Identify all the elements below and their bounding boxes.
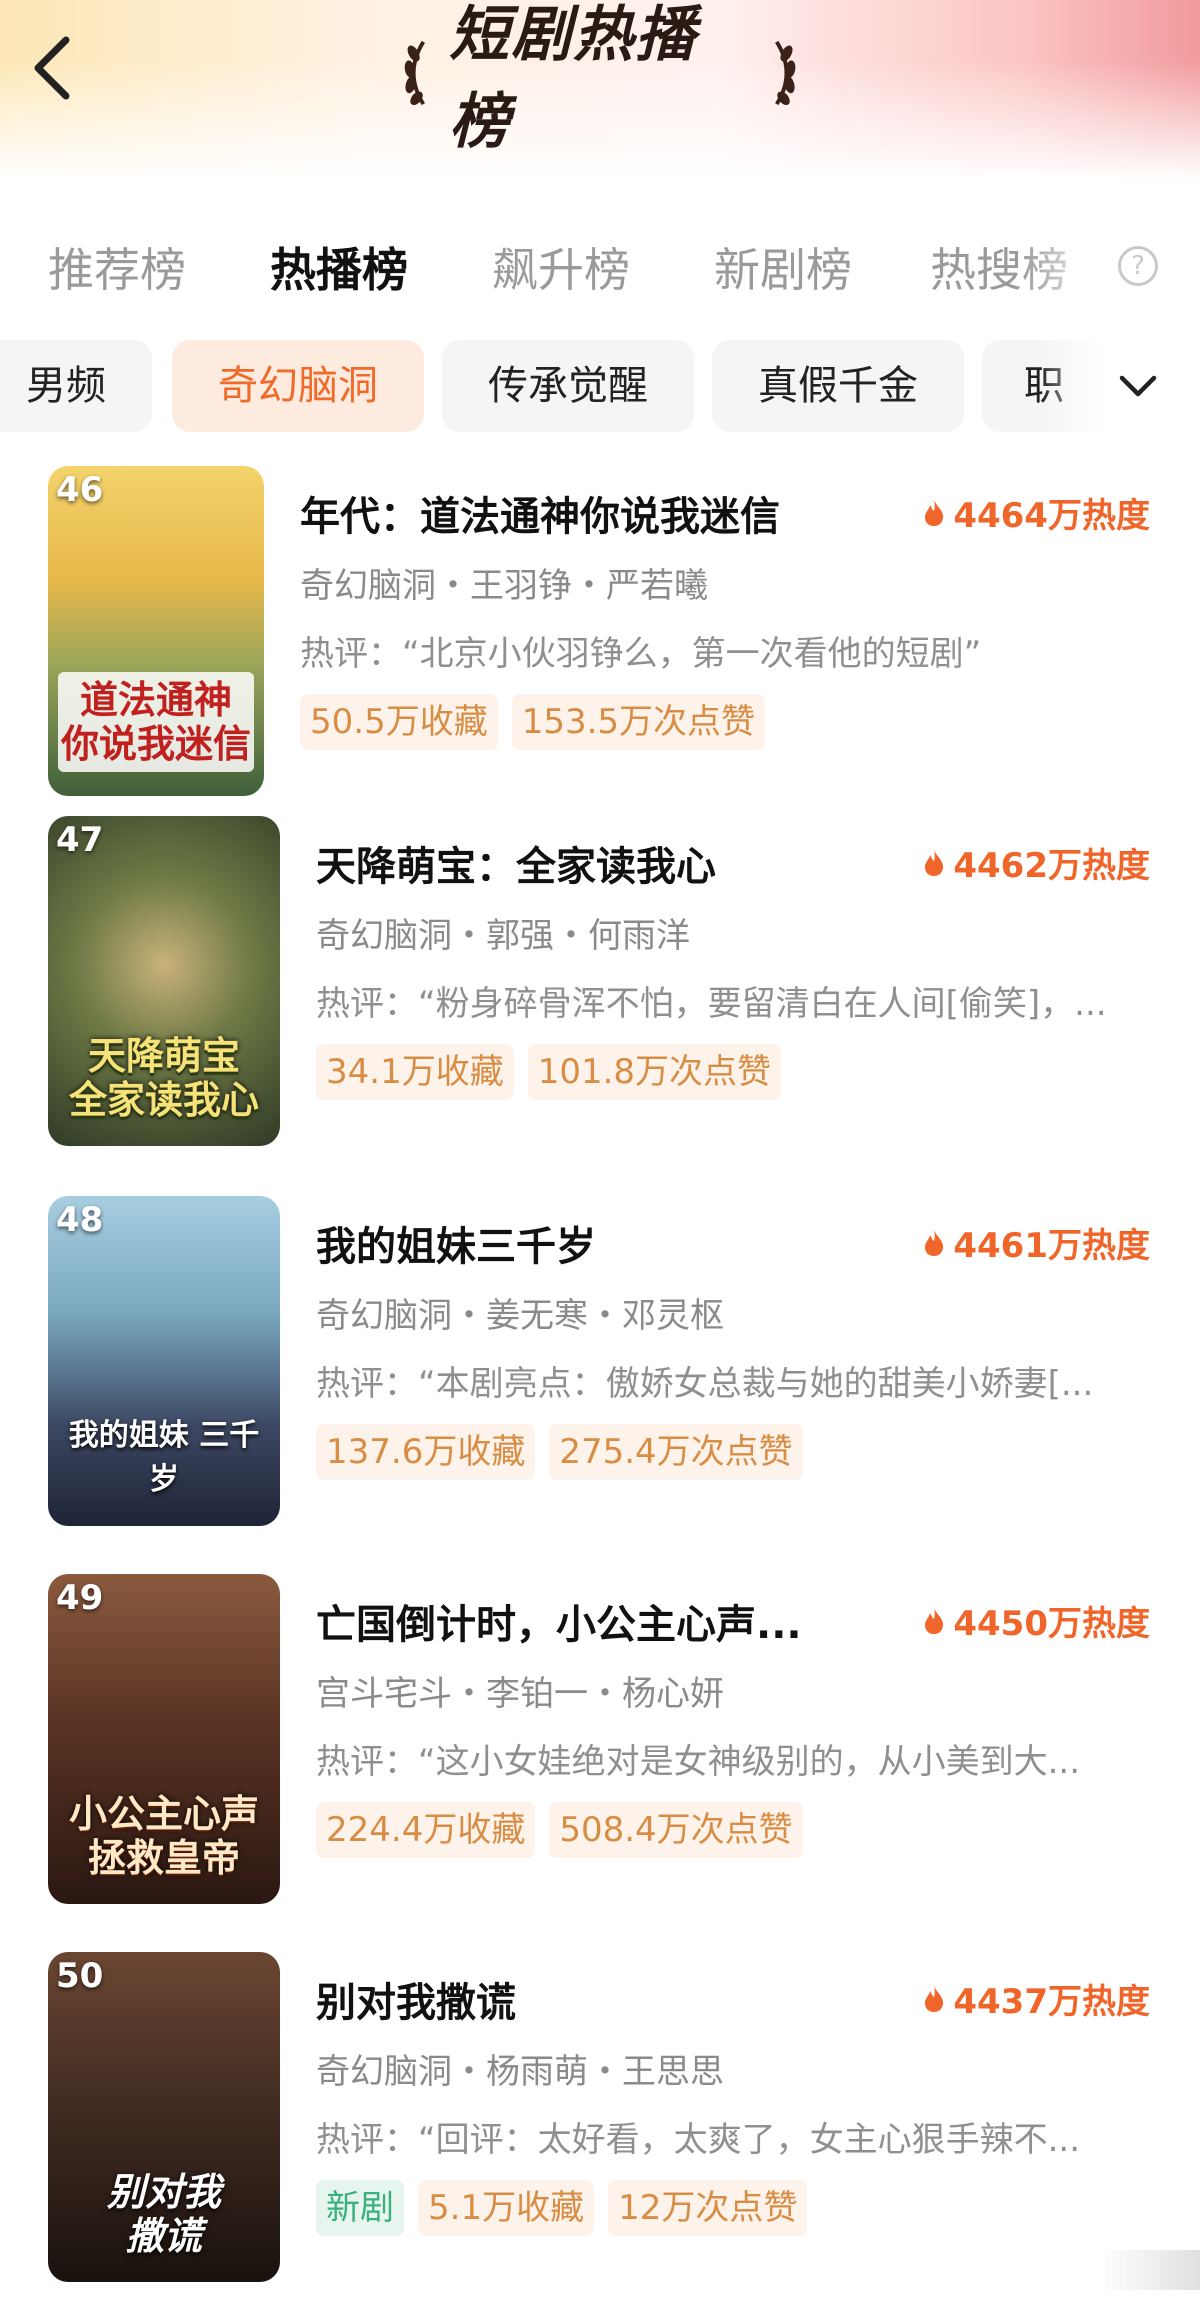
heat-text: 4450万热度 [953, 1604, 1150, 1644]
poster-image[interactable]: 46 道法通神 你说我迷信 [48, 466, 264, 796]
likes-tag: 508.4万次点赞 [549, 1802, 803, 1858]
hot-review: 热评：“粉身碎骨浑不怕，要留清白在人间[偷笑]，... [316, 984, 1107, 1024]
poster-title-art: 道法通神 你说我迷信 [58, 672, 254, 772]
category-chips: 男频 奇幻脑洞 传承觉醒 真假千金 职 [0, 340, 1200, 432]
home-indicator [1100, 2250, 1200, 2290]
favorites-tag: 50.5万收藏 [300, 694, 498, 750]
chip-true-false-heiress[interactable]: 真假千金 [712, 340, 964, 432]
tab-hot-play[interactable]: 热播榜 [270, 230, 408, 310]
drama-title[interactable]: 别对我撒谎 [316, 1970, 516, 2028]
page-title: 短剧热播榜 [449, 0, 698, 157]
heat-text: 4464万热度 [953, 496, 1150, 536]
flame-icon [925, 849, 944, 876]
laurel-right-icon [774, 40, 796, 106]
likes-tag: 12万次点赞 [608, 2180, 808, 2236]
laurel-left-icon [404, 40, 426, 106]
poster-image[interactable]: 47 天降萌宝 全家读我心 [48, 816, 280, 1146]
list-item[interactable]: 49 小公主心声 拯救皇帝 亡国倒计时，小公主心声... 4450万热度 宫斗宅… [0, 1574, 1200, 1914]
back-arrow-icon [34, 36, 70, 100]
flame-icon [925, 1607, 944, 1634]
meta-info: 奇幻脑洞・杨雨萌・王思思 [316, 2052, 724, 2092]
poster-title-art: 天降萌宝 全家读我心 [68, 1034, 259, 1122]
heat-value: 4461万热度 [923, 1218, 1150, 1267]
rank-number: 46 [56, 470, 104, 510]
hot-review: 热评：“回评：太好看，太爽了，女主心狠手辣不... [316, 2120, 1081, 2160]
meta-info: 奇幻脑洞・王羽铮・严若曦 [300, 566, 708, 606]
rank-number: 48 [56, 1200, 104, 1240]
stats-tags: 224.4万收藏 508.4万次点赞 [316, 1802, 803, 1858]
list-item[interactable]: 46 道法通神 你说我迷信 年代：道法通神你说我迷信 4464万热度 奇幻脑洞・… [0, 466, 1200, 806]
poster-image[interactable]: 49 小公主心声 拯救皇帝 [48, 1574, 280, 1904]
back-button[interactable] [22, 32, 86, 104]
poster-title-art: 别对我 撒谎 [106, 2170, 221, 2258]
tabs-fade [1020, 230, 1110, 310]
meta-info: 奇幻脑洞・姜无寒・邓灵枢 [316, 1296, 724, 1336]
tab-recommend[interactable]: 推荐榜 [48, 230, 186, 310]
list-item[interactable]: 50 别对我 撒谎 别对我撒谎 4437万热度 奇幻脑洞・杨雨萌・王思思 热评：… [0, 1952, 1200, 2292]
tab-new[interactable]: 新剧榜 [714, 230, 852, 310]
likes-tag: 153.5万次点赞 [511, 694, 766, 750]
hot-review: 热评：“北京小伙羽铮么，第一次看他的短剧” [300, 634, 982, 674]
chip-male[interactable]: 男频 [0, 340, 152, 432]
meta-info: 奇幻脑洞・郭强・何雨洋 [316, 916, 690, 956]
rank-number: 50 [56, 1956, 104, 1996]
poster-image[interactable]: 50 别对我 撒谎 [48, 1952, 280, 2282]
hot-review: 热评：“这小女娃绝对是女神级别的，从小美到大... [316, 1742, 1081, 1782]
heat-value: 4462万热度 [923, 838, 1150, 887]
flame-icon [925, 1985, 944, 2012]
flame-icon [925, 1229, 944, 1256]
stats-tags: 50.5万收藏 153.5万次点赞 [300, 694, 766, 750]
heat-value: 4437万热度 [923, 1974, 1150, 2023]
meta-info: 宫斗宅斗・李铂一・杨心妍 [316, 1674, 724, 1714]
drama-title[interactable]: 年代：道法通神你说我迷信 [300, 484, 780, 542]
heat-text: 4461万热度 [953, 1226, 1150, 1266]
drama-title[interactable]: 我的姐妹三千岁 [316, 1214, 596, 1272]
flame-icon [925, 499, 944, 526]
hot-review: 热评：“本剧亮点：傲娇女总裁与她的甜美小娇妻[... [316, 1364, 1094, 1404]
drama-title[interactable]: 天降萌宝：全家读我心 [316, 834, 716, 892]
rank-number: 47 [56, 820, 104, 860]
tab-rising[interactable]: 飙升榜 [492, 230, 630, 310]
heat-text: 4437万热度 [953, 1982, 1150, 2022]
heat-text: 4462万热度 [953, 846, 1150, 886]
heat-value: 4464万热度 [923, 488, 1150, 537]
help-circle-icon[interactable]: ? [1118, 246, 1158, 286]
list-item[interactable]: 48 我的姐妹 三千岁 我的姐妹三千岁 4461万热度 奇幻脑洞・姜无寒・邓灵枢… [0, 1196, 1200, 1536]
stats-tags: 新剧 5.1万收藏 12万次点赞 [316, 2180, 808, 2236]
favorites-tag: 224.4万收藏 [316, 1802, 536, 1858]
chip-inheritance[interactable]: 传承觉醒 [442, 340, 694, 432]
likes-tag: 101.8万次点赞 [527, 1044, 782, 1100]
stats-tags: 34.1万收藏 101.8万次点赞 [316, 1044, 782, 1100]
drama-title[interactable]: 亡国倒计时，小公主心声... [316, 1592, 802, 1650]
chevron-down-icon[interactable] [1118, 368, 1158, 404]
title-area: 短剧热播榜 [400, 0, 800, 157]
heat-value: 4450万热度 [923, 1596, 1150, 1645]
favorites-tag: 34.1万收藏 [316, 1044, 514, 1100]
likes-tag: 275.4万次点赞 [549, 1424, 803, 1480]
favorites-tag: 5.1万收藏 [418, 2180, 595, 2236]
poster-image[interactable]: 48 我的姐妹 三千岁 [48, 1196, 280, 1526]
new-drama-badge: 新剧 [316, 2180, 404, 2236]
list-item[interactable]: 47 天降萌宝 全家读我心 天降萌宝：全家读我心 4462万热度 奇幻脑洞・郭强… [0, 816, 1200, 1156]
stats-tags: 137.6万收藏 275.4万次点赞 [316, 1424, 803, 1480]
favorites-tag: 137.6万收藏 [316, 1424, 536, 1480]
rank-number: 49 [56, 1578, 104, 1618]
poster-title-art: 小公主心声 拯救皇帝 [68, 1792, 259, 1880]
chip-fantasy[interactable]: 奇幻脑洞 [172, 340, 424, 432]
poster-title-art: 我的姐妹 三千岁 [68, 1418, 260, 1497]
